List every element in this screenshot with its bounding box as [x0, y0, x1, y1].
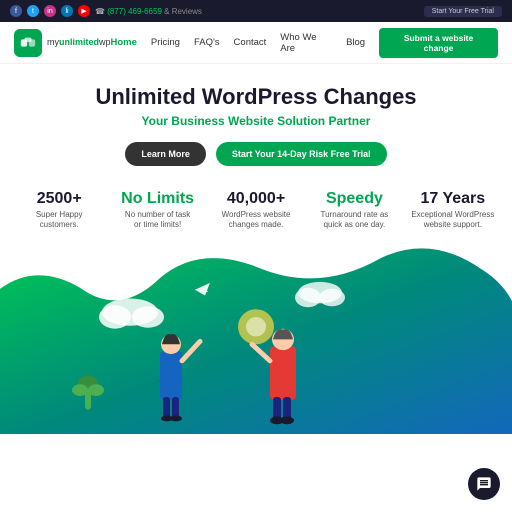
- topbar-cta[interactable]: Start Your Free Trial: [424, 6, 502, 17]
- logo-icon: [14, 29, 42, 57]
- trial-button[interactable]: Start Your 14-Day Risk Free Trial: [216, 142, 387, 166]
- stat-changes: 40,000+ WordPress websitechanges made.: [207, 190, 305, 230]
- linkedin-icon[interactable]: li: [61, 5, 73, 17]
- nav-contact[interactable]: Contact: [234, 37, 267, 48]
- youtube-icon[interactable]: ▶: [78, 5, 90, 17]
- nav-blog[interactable]: Blog: [346, 37, 365, 48]
- facebook-icon[interactable]: f: [10, 5, 22, 17]
- stat-years: 17 Years Exceptional WordPresswebsite su…: [404, 190, 502, 230]
- nav-faq[interactable]: FAQ's: [194, 37, 220, 48]
- stat-customers: 2500+ Super Happycustomers.: [10, 190, 108, 230]
- phone-number: ☎ (877) 469-6659 & Reviews: [95, 7, 202, 16]
- stat-years-label: Exceptional WordPresswebsite support.: [404, 210, 502, 231]
- stat-changes-label: WordPress websitechanges made.: [207, 210, 305, 231]
- navbar: myunlimitedwp Home Pricing FAQ's Contact…: [0, 22, 512, 64]
- hero-title: Unlimited WordPress Changes: [20, 84, 492, 110]
- social-links: f t in li ▶ ☎ (877) 469-6659 & Reviews: [10, 5, 202, 17]
- top-bar: f t in li ▶ ☎ (877) 469-6659 & Reviews S…: [0, 0, 512, 22]
- blob-background: [0, 239, 512, 434]
- twitter-icon[interactable]: t: [27, 5, 39, 17]
- nav-home[interactable]: Home: [111, 37, 137, 48]
- stat-years-number: 17 Years: [404, 190, 502, 208]
- stat-customers-label: Super Happycustomers.: [10, 210, 108, 231]
- hero-subtitle: Your Business Website Solution Partner: [20, 114, 492, 128]
- nav-about[interactable]: Who We Are: [280, 32, 332, 54]
- stats-section: 2500+ Super Happycustomers. No Limits No…: [0, 176, 512, 238]
- stat-speed-label: Turnaround rate asquick as one day.: [305, 210, 403, 231]
- stat-changes-number: 40,000+: [207, 190, 305, 208]
- logo[interactable]: myunlimitedwp: [14, 29, 111, 57]
- hero-buttons: Learn More Start Your 14-Day Risk Free T…: [20, 142, 492, 166]
- hero-section: Unlimited WordPress Changes Your Busines…: [0, 64, 512, 176]
- stat-speed: Speedy Turnaround rate asquick as one da…: [305, 190, 403, 230]
- nav-links: Home Pricing FAQ's Contact Who We Are Bl…: [111, 28, 498, 58]
- stat-limits-label: No number of taskor time limits!: [108, 210, 206, 231]
- stat-speed-number: Speedy: [305, 190, 403, 208]
- stat-limits-number: No Limits: [108, 190, 206, 208]
- chat-icon: [476, 476, 492, 492]
- instagram-icon[interactable]: in: [44, 5, 56, 17]
- chat-button[interactable]: [468, 468, 500, 500]
- logo-text: myunlimitedwp: [47, 37, 111, 48]
- nav-pricing[interactable]: Pricing: [151, 37, 180, 48]
- stat-customers-number: 2500+: [10, 190, 108, 208]
- stat-limits: No Limits No number of taskor time limit…: [108, 190, 206, 230]
- submit-change-button[interactable]: Submit a website change: [379, 28, 498, 58]
- illustration-area: [0, 239, 512, 434]
- learn-more-button[interactable]: Learn More: [125, 142, 206, 166]
